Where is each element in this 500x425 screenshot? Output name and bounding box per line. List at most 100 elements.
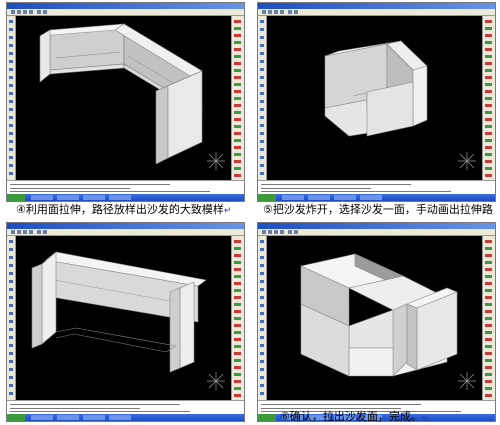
tool-icon[interactable] xyxy=(485,97,492,100)
tool-icon[interactable] xyxy=(485,41,492,44)
tool-icon[interactable] xyxy=(485,331,492,334)
tool-icon[interactable] xyxy=(234,373,241,376)
start-button[interactable] xyxy=(7,414,25,421)
toolbar-button[interactable] xyxy=(11,230,15,234)
tool-icon[interactable] xyxy=(234,174,241,177)
tool-icon[interactable] xyxy=(9,368,13,371)
tool-icon[interactable] xyxy=(9,256,13,259)
toolbar-button[interactable] xyxy=(37,230,41,234)
tool-icon[interactable] xyxy=(9,280,13,283)
tool-icon[interactable] xyxy=(234,76,241,79)
tool-icon[interactable] xyxy=(260,248,264,251)
tool-icon[interactable] xyxy=(260,76,264,79)
tool-icon[interactable] xyxy=(234,90,241,93)
tool-icon[interactable] xyxy=(234,331,241,334)
start-button[interactable] xyxy=(7,194,25,201)
tool-icon[interactable] xyxy=(234,289,241,292)
tool-icon[interactable] xyxy=(234,55,241,58)
left-tool-palette[interactable] xyxy=(7,236,16,401)
tool-icon[interactable] xyxy=(485,380,492,383)
tool-icon[interactable] xyxy=(485,132,492,135)
tool-icon[interactable] xyxy=(260,312,264,315)
tool-icon[interactable] xyxy=(485,359,492,362)
tool-icon[interactable] xyxy=(9,264,13,267)
tool-icon[interactable] xyxy=(234,366,241,369)
tool-icon[interactable] xyxy=(234,146,241,149)
tool-icon[interactable] xyxy=(234,125,241,128)
tool-icon[interactable] xyxy=(260,392,264,395)
toolbar-button[interactable] xyxy=(262,10,266,14)
right-tool-palette[interactable] xyxy=(231,236,244,401)
tool-icon[interactable] xyxy=(234,160,241,163)
tool-icon[interactable] xyxy=(485,139,492,142)
toolbar-button[interactable] xyxy=(37,10,41,14)
tool-icon[interactable] xyxy=(234,27,241,30)
right-tool-palette[interactable] xyxy=(482,16,495,181)
tool-icon[interactable] xyxy=(260,116,264,119)
tool-icon[interactable] xyxy=(9,328,13,331)
tool-icon[interactable] xyxy=(9,248,13,251)
toolbar-button[interactable] xyxy=(288,10,292,14)
taskbar-item[interactable] xyxy=(57,415,79,420)
command-line[interactable] xyxy=(7,400,244,414)
tool-icon[interactable] xyxy=(485,146,492,149)
tool-icon[interactable] xyxy=(485,310,492,313)
tool-icon[interactable] xyxy=(485,296,492,299)
tool-icon[interactable] xyxy=(260,336,264,339)
tool-icon[interactable] xyxy=(260,304,264,307)
taskbar-item[interactable] xyxy=(57,195,79,200)
tool-icon[interactable] xyxy=(260,376,264,379)
toolbar-button[interactable] xyxy=(17,230,21,234)
toolbar-button[interactable] xyxy=(43,230,47,234)
tool-icon[interactable] xyxy=(9,384,13,387)
taskbar-item[interactable] xyxy=(308,195,330,200)
tool-icon[interactable] xyxy=(260,20,264,23)
toolbar-button[interactable] xyxy=(268,10,272,14)
tool-icon[interactable] xyxy=(485,317,492,320)
tool-icon[interactable] xyxy=(9,20,13,23)
tool-icon[interactable] xyxy=(234,20,241,23)
tool-icon[interactable] xyxy=(485,289,492,292)
tool-icon[interactable] xyxy=(260,164,264,167)
taskbar-item[interactable] xyxy=(31,415,53,420)
model-viewport[interactable] xyxy=(267,236,482,401)
taskbar-item[interactable] xyxy=(83,195,105,200)
tool-icon[interactable] xyxy=(485,34,492,37)
taskbar-item[interactable] xyxy=(109,415,131,420)
tool-icon[interactable] xyxy=(9,320,13,323)
tool-icon[interactable] xyxy=(485,352,492,355)
tool-icon[interactable] xyxy=(234,296,241,299)
tool-icon[interactable] xyxy=(234,345,241,348)
tool-icon[interactable] xyxy=(234,394,241,397)
tool-icon[interactable] xyxy=(9,140,13,143)
tool-icon[interactable] xyxy=(234,69,241,72)
toolbar-button[interactable] xyxy=(29,230,33,234)
toolbar[interactable] xyxy=(7,229,244,236)
tool-icon[interactable] xyxy=(9,344,13,347)
tool-icon[interactable] xyxy=(9,148,13,151)
tool-icon[interactable] xyxy=(485,275,492,278)
tool-icon[interactable] xyxy=(234,240,241,243)
tool-icon[interactable] xyxy=(9,108,13,111)
tool-icon[interactable] xyxy=(9,100,13,103)
tool-icon[interactable] xyxy=(485,338,492,341)
tool-icon[interactable] xyxy=(260,108,264,111)
start-button[interactable] xyxy=(258,194,276,201)
tool-icon[interactable] xyxy=(260,44,264,47)
model-viewport[interactable] xyxy=(16,236,231,401)
tool-icon[interactable] xyxy=(9,44,13,47)
tool-icon[interactable] xyxy=(9,172,13,175)
tool-icon[interactable] xyxy=(485,373,492,376)
tool-icon[interactable] xyxy=(234,324,241,327)
tool-icon[interactable] xyxy=(9,376,13,379)
tool-icon[interactable] xyxy=(260,156,264,159)
tool-icon[interactable] xyxy=(485,387,492,390)
model-viewport[interactable] xyxy=(16,16,231,181)
toolbar-button[interactable] xyxy=(17,10,21,14)
tool-icon[interactable] xyxy=(485,27,492,30)
tool-icon[interactable] xyxy=(485,268,492,271)
tool-icon[interactable] xyxy=(9,76,13,79)
tool-icon[interactable] xyxy=(485,303,492,306)
tool-icon[interactable] xyxy=(485,240,492,243)
tool-icon[interactable] xyxy=(485,282,492,285)
